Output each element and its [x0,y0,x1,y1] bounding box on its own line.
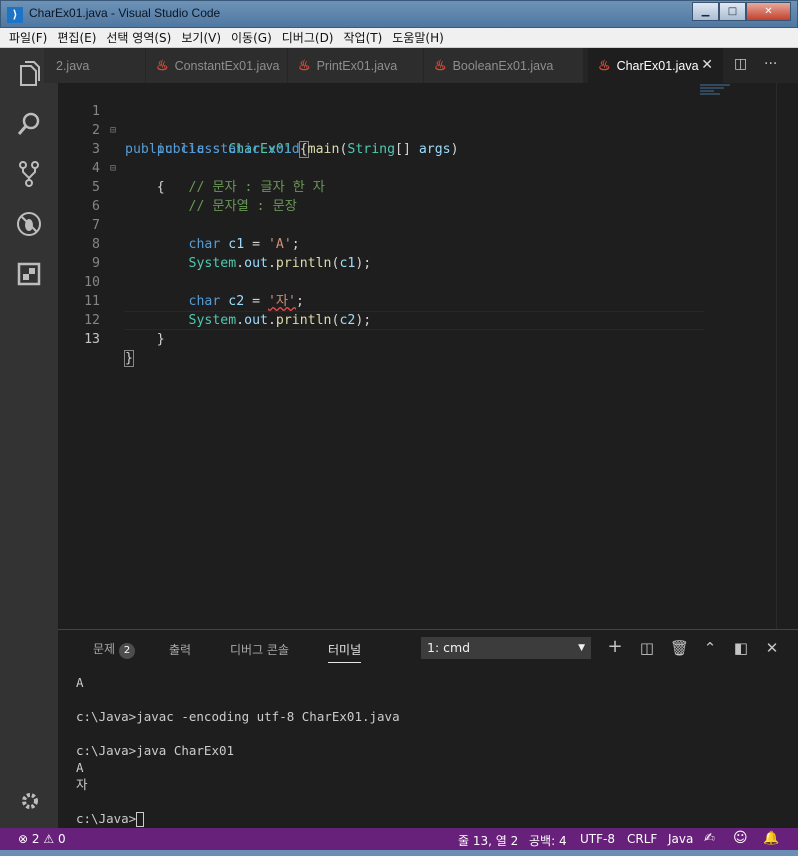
menu-selection[interactable]: 선택 영역(S) [101,29,176,46]
close-panel-icon[interactable]: ✕ [764,639,780,657]
tab-debug-console[interactable]: 디버그 콘솔 [230,641,289,658]
close-window-button[interactable]: ✕ [746,2,791,21]
code-line: 4 // 문자 : 글자 한 자 [58,140,778,195]
code-line: 13 } [58,311,778,367]
code-line: 2 public static void main(String[] args) [58,102,778,157]
window-controls: ▁ □ ✕ [692,2,791,21]
feedback-icon[interactable]: ✍ [704,831,715,846]
maximize-button[interactable]: □ [719,2,746,21]
search-icon[interactable] [15,110,43,138]
code-line: 5 // 문자열 : 문장 [58,159,778,214]
cursor-position[interactable]: 줄 13, 열 2 [458,832,518,849]
java-file-icon: ♨ [156,57,169,73]
extensions-icon[interactable] [15,260,43,288]
source-control-icon[interactable] [15,160,43,188]
tab-terminal[interactable]: 터미널 [328,641,362,663]
tab-label: BooleanEx01.java [452,58,554,73]
java-file-icon: ♨ [598,57,611,73]
code-line: 7 char c1 = 'A'; [58,197,778,252]
new-terminal-icon[interactable]: + [607,636,623,657]
bottom-panel: 문제 2 출력 디버그 콘솔 터미널 1: cmd ▼ + ◫ 🗑 ⌃ ◧ ✕ A … [58,629,798,828]
menu-file[interactable]: 파일(F) [4,29,52,46]
editor-tabbar: 2.java ♨ ConstantEx01.java ♨ PrintEx01.j… [44,48,798,83]
tab-charex01[interactable]: ♨ CharEx01.java ✕ [588,48,724,83]
encoding[interactable]: UTF-8 [580,832,615,846]
terminal-output[interactable]: A c:\Java>javac -encoding utf-8 CharEx01… [76,674,400,827]
indentation[interactable]: 공백: 4 [529,832,567,849]
window-title: CharEx01.java - Visual Studio Code [29,6,221,20]
tab-label: ConstantEx01.java [174,58,280,73]
terminal-select[interactable]: 1: cmd ▼ [421,637,591,659]
trash-icon[interactable]: 🗑 [670,639,689,657]
tab-constantex01[interactable]: ♨ ConstantEx01.java [146,48,288,83]
text-cursor [132,350,134,366]
warning-icon: ⚠ [43,832,55,846]
terminal-cursor [136,812,145,827]
tab-output[interactable]: 출력 [169,641,191,658]
activity-bar [0,48,58,828]
terminal-line: A [76,760,84,775]
code-line: 9 [58,235,778,271]
toggle-panel-icon[interactable]: ◧ [733,639,749,657]
window-bottom-border [0,850,798,856]
menu-tasks[interactable]: 작업(T) [339,29,388,46]
code-line: 1 ⊟ public class CharEx01 { [58,83,778,158]
code-line: 11 System.out.println(c2); [58,273,778,328]
status-bar: ⊗ 2 ⚠ 0 줄 13, 열 2 공백: 4 UTF-8 CRLF Java … [0,828,798,850]
menu-debug[interactable]: 디버그(D) [277,29,339,46]
line-ending[interactable]: CRLF [627,832,657,846]
editor-scrollbar[interactable] [776,83,790,629]
line-number: 13 [84,332,100,347]
tab-label: 2.java [56,58,90,73]
menu-help[interactable]: 도움말(H) [387,29,449,46]
tab-label: PrintEx01.java [316,58,398,73]
chevron-up-icon[interactable]: ⌃ [702,639,718,657]
tab-2-java[interactable]: 2.java [44,48,146,83]
problems-status[interactable]: ⊗ 2 ⚠ 0 [18,832,66,846]
java-file-icon: ♨ [298,57,311,73]
bell-icon[interactable]: 🔔 [763,831,779,846]
minimize-button[interactable]: ▁ [692,2,719,21]
tab-problems[interactable]: 문제 2 [93,640,136,659]
more-actions-icon[interactable]: ··· [764,56,777,72]
code-line: 12 } [58,292,778,347]
tab-printex01[interactable]: ♨ PrintEx01.java [288,48,424,83]
split-editor-icon[interactable]: ◫ [734,56,747,72]
tab-booleanex01[interactable]: ♨ BooleanEx01.java [424,48,584,83]
chevron-down-icon: ▼ [578,643,585,653]
tab-close-icon[interactable]: ✕ [701,56,713,73]
debug-icon[interactable] [15,210,43,238]
vscode-logo-icon: ⟩ [7,7,23,23]
code-line: 8 System.out.println(c1); [58,216,778,271]
menu-go[interactable]: 이동(G) [226,29,277,46]
error-icon: ⊗ [18,832,29,846]
java-file-icon: ♨ [434,57,447,73]
terminal-line: c:\Java>javac -encoding utf-8 CharEx01.j… [76,709,400,724]
window-titlebar: ⟩ CharEx01.java - Visual Studio Code ▁ □… [0,0,798,28]
terminal-prompt-line: c:\Java> [76,810,400,827]
terminal-line: A [76,675,84,690]
explorer-icon[interactable] [15,60,43,88]
terminal-line: 자 [76,777,88,792]
menu-bar: 파일(F) 편집(E) 선택 영역(S) 보기(V) 이동(G) 디버그(D) … [0,28,798,48]
smiley-icon[interactable]: ☺ [733,830,748,846]
split-terminal-icon[interactable]: ◫ [639,639,655,657]
problems-count-badge: 2 [119,643,136,659]
tab-label: CharEx01.java [616,58,699,73]
code-line: 6 [58,178,778,214]
language-mode[interactable]: Java [668,832,693,846]
code-line: 10 char c2 = '자'; [58,254,778,309]
code-line: 3 ⊟ { [58,121,778,195]
terminal-line: c:\Java>java CharEx01 [76,743,235,758]
settings-gear-icon[interactable] [19,790,41,812]
code-editor[interactable]: 1 ⊟ public class CharEx01 { 2 public sta… [58,83,798,629]
menu-view[interactable]: 보기(V) [176,29,226,46]
menu-edit[interactable]: 편집(E) [52,29,101,46]
